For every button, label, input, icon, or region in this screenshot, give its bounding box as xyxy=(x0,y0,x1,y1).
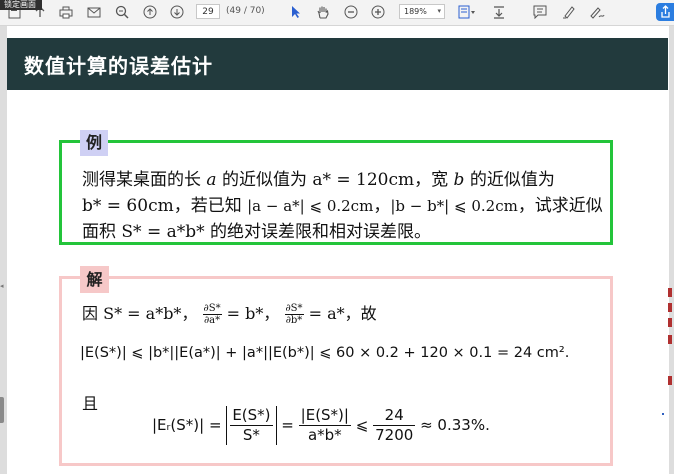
partial-derivative-b: ∂S* ∂b* xyxy=(284,303,304,326)
text: ，试求近似 xyxy=(517,196,603,216)
var-a: a xyxy=(206,170,217,190)
viewer-toolbar: 29 (49 / 70) 189% ▾ 锁定画面 xyxy=(0,0,674,26)
solution-tag: 解 xyxy=(80,266,109,293)
page-count: (49 / 70) xyxy=(226,6,265,16)
text: 因 xyxy=(82,304,99,323)
lhs: |Eᵣ(S*)| = xyxy=(152,416,222,434)
scroll-marker xyxy=(668,288,672,297)
example-line-3: 面积 S* = a*b* 的绝对误差限和相对误差限。 xyxy=(82,217,431,242)
formula-b-star: b* = 60cm xyxy=(82,196,174,216)
page-down-icon[interactable] xyxy=(169,4,185,20)
text: ， xyxy=(181,304,198,323)
scroll-marker xyxy=(668,318,672,327)
print-icon[interactable] xyxy=(58,4,74,20)
solution-line-1: 因 S* = a*b*， ∂S* ∂a* = b*， ∂S* ∂b* = a*，故 xyxy=(82,300,377,326)
text: ，若已知 xyxy=(173,196,242,216)
fraction-3: 24 7200 xyxy=(373,406,416,444)
text: ，宽 xyxy=(414,170,449,190)
approx-result: ≈ 0.33%. xyxy=(420,416,490,434)
scroll-marker xyxy=(668,376,672,385)
text: 测得某桌面的长 xyxy=(82,170,201,190)
select-cursor-icon[interactable] xyxy=(288,4,304,20)
example-line-2: b* = 60cm，若已知 |a − a*| ⩽ 0.2cm，|b − b*| … xyxy=(82,191,603,216)
download-icon[interactable] xyxy=(491,4,507,20)
text: 且 xyxy=(82,394,99,413)
partial-value-a: = a* xyxy=(308,304,345,323)
sign-icon[interactable] xyxy=(589,4,605,20)
var-b: b xyxy=(453,170,465,190)
zoom-out-icon[interactable] xyxy=(343,4,359,20)
text: . xyxy=(564,345,570,361)
zoom-value: 189% xyxy=(404,7,427,16)
tooltip-lock-view: 锁定画面 xyxy=(0,0,42,10)
partial-value-b: = b* xyxy=(226,304,264,323)
zoom-out-search-icon[interactable] xyxy=(114,4,130,20)
formula-area: S* = a*b* xyxy=(121,222,205,242)
partial-derivative-a: ∂S* ∂a* xyxy=(202,303,222,326)
equals: = xyxy=(281,416,294,434)
text: 的近似值为 xyxy=(469,170,555,190)
condition-a: |a − a*| ⩽ 0.2cm xyxy=(247,197,374,215)
text: ， xyxy=(263,304,280,323)
highlight-pen-icon[interactable] xyxy=(561,4,577,20)
zoom-in-icon[interactable] xyxy=(370,4,386,20)
text: ， xyxy=(373,196,391,216)
fraction-2: |E(S*)| a*b* xyxy=(298,406,351,444)
page-number-input[interactable]: 29 xyxy=(196,4,220,19)
left-panel-handle[interactable] xyxy=(0,397,4,423)
example-tag: 例 xyxy=(80,130,108,156)
solution-line-3: 且 xyxy=(82,390,98,414)
formula-a-star: a* = 120cm xyxy=(312,170,415,190)
hand-icon[interactable] xyxy=(315,4,331,20)
mail-icon[interactable] xyxy=(86,4,102,20)
text: 的近似值为 xyxy=(221,170,307,190)
collapse-arrow-icon[interactable]: ◂ xyxy=(0,282,4,290)
text: 的绝对误差限和相对误差限。 xyxy=(210,222,432,242)
share-icon xyxy=(661,5,670,18)
page-up-icon[interactable] xyxy=(142,4,158,20)
zoom-select[interactable]: 189% ▾ xyxy=(399,4,445,19)
page-title: 数值计算的误差估计 xyxy=(24,54,213,78)
less-equal: ⩽ xyxy=(355,416,369,434)
text: ，故 xyxy=(344,304,377,323)
relative-error-formula: |Eᵣ(S*)| = E(S*) S* = |E(S*)| a*b* ⩽ 24 720… xyxy=(152,406,490,445)
chevron-down-icon: ▾ xyxy=(437,7,441,15)
comment-icon[interactable] xyxy=(532,4,548,20)
absolute-error-formula: |E(S*)| ⩽ |b*||E(a*)| + |a*||E(b*)| ⩽ 60… xyxy=(80,345,565,361)
solution-line-2: |E(S*)| ⩽ |b*||E(a*)| + |a*||E(b*)| ⩽ 60… xyxy=(80,345,569,361)
scroll-marker xyxy=(668,303,672,312)
cursor-dot xyxy=(662,413,664,415)
abs-fraction: E(S*) S* xyxy=(226,406,277,445)
example-line-1: 测得某桌面的长 a 的近似值为 a* = 120cm，宽 b 的近似值为 xyxy=(82,165,555,190)
text: 面积 xyxy=(82,222,116,242)
fit-page-icon[interactable] xyxy=(457,4,477,20)
condition-b: |b − b*| ⩽ 0.2cm xyxy=(390,197,518,215)
formula-s: S* = a*b* xyxy=(103,304,182,323)
scroll-marker xyxy=(668,335,672,344)
share-button[interactable] xyxy=(656,3,674,21)
